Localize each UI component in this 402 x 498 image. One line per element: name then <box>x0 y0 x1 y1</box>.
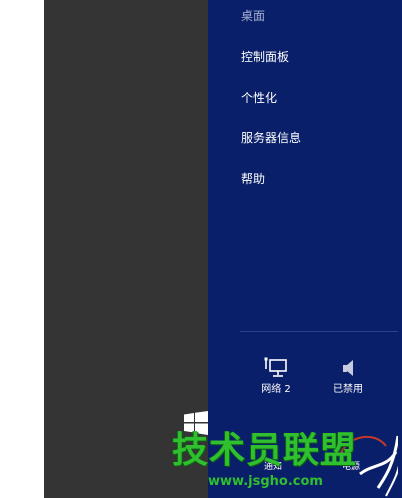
volume-tile[interactable]: 已禁用 <box>320 357 376 396</box>
right-edge <box>398 0 402 498</box>
speaker-icon <box>343 360 353 376</box>
watermark-title: 技术员联盟 <box>172 430 358 471</box>
menu-item-desktop[interactable]: 桌面 <box>241 8 265 24</box>
menu-item-server-info[interactable]: 服务器信息 <box>241 130 301 146</box>
network-label: 网络 2 <box>261 384 291 395</box>
menu-item-control-panel[interactable]: 控制面板 <box>241 49 289 65</box>
watermark-url: www.jsgho.com <box>208 474 323 489</box>
menu-divider <box>240 331 402 332</box>
network-tile[interactable]: 网络 2 <box>248 357 304 396</box>
menu-item-personalization[interactable]: 个性化 <box>241 90 277 106</box>
volume-label: 已禁用 <box>333 384 363 395</box>
network-monitor-icon <box>264 357 287 377</box>
menu-item-help[interactable]: 帮助 <box>241 171 265 187</box>
left-margin <box>0 0 44 498</box>
